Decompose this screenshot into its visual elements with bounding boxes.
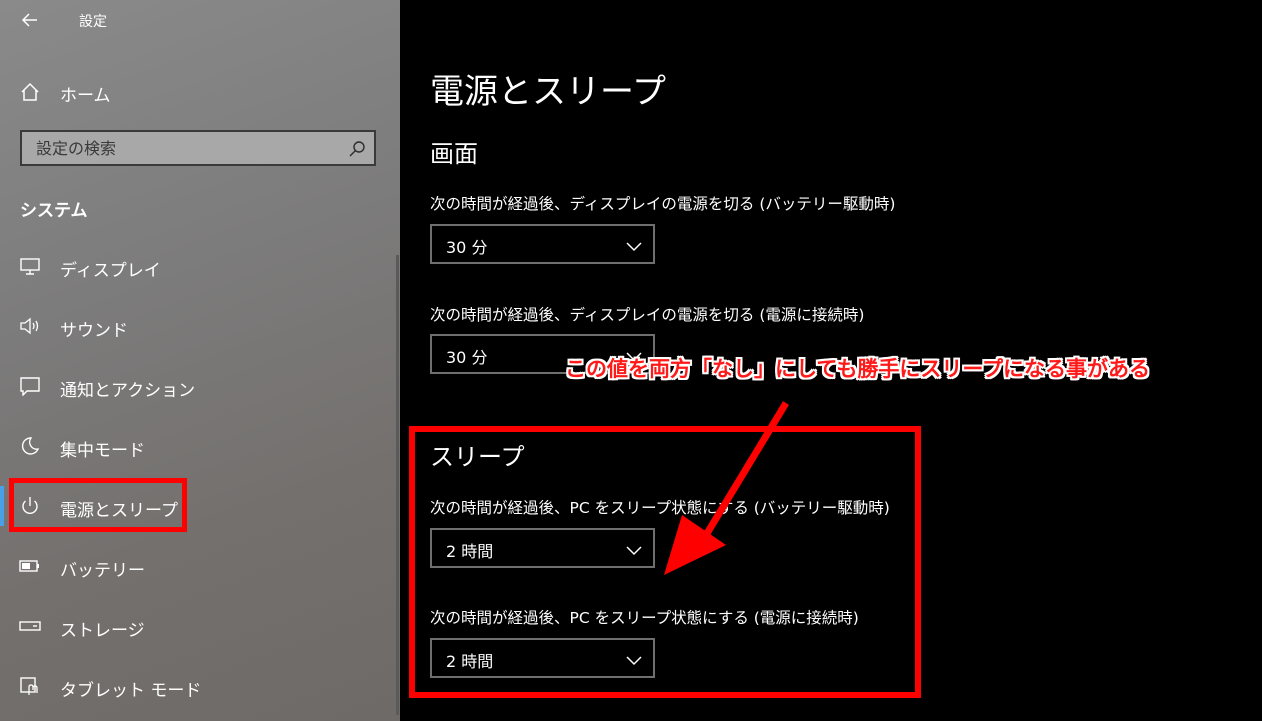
screen-battery-label: 次の時間が経過後、ディスプレイの電源を切る (バッテリー駆動時) [430, 195, 896, 213]
chevron-down-icon [625, 542, 643, 556]
tablet-mode-icon [19, 676, 41, 696]
moon-icon [19, 436, 41, 456]
sidebar-item-storage[interactable]: ストレージ [0, 604, 400, 648]
dropdown-value: 30 分 [446, 238, 488, 257]
monitor-icon [19, 256, 41, 276]
battery-icon [19, 556, 41, 576]
screen-plugged-label: 次の時間が経過後、ディスプレイの電源を切る (電源に接続時) [430, 306, 865, 324]
home-icon [20, 82, 40, 102]
sidebar-item-battery[interactable]: バッテリー [0, 544, 400, 588]
sleep-plugged-label: 次の時間が経過後、PC をスリープ状態にする (電源に接続時) [430, 609, 859, 627]
chevron-down-icon [625, 238, 643, 252]
sidebar-item-home[interactable]: ホーム [0, 72, 400, 112]
speaker-icon [19, 316, 41, 336]
annotation-text: この値を両方「なし」にしても勝手にスリープになる事がある [565, 357, 1151, 381]
chevron-down-icon [625, 652, 643, 666]
screen-heading: 画面 [430, 140, 478, 168]
dropdown-value: 2 時間 [446, 652, 494, 671]
sidebar-item-label: バッテリー [60, 561, 145, 581]
notification-icon [19, 376, 41, 397]
dropdown-value: 30 分 [446, 348, 488, 367]
storage-icon [19, 616, 41, 636]
sidebar-item-label: 集中モード [60, 441, 145, 461]
sidebar-item-focus-assist[interactable]: 集中モード [0, 424, 400, 468]
sidebar-scrollbar[interactable] [396, 255, 399, 715]
app-title: 設定 [79, 14, 107, 30]
sidebar-item-notifications[interactable]: 通知とアクション [0, 364, 400, 408]
sidebar-item-label: サウンド [60, 321, 128, 341]
search-icon[interactable] [348, 140, 366, 158]
search-input[interactable] [22, 132, 342, 164]
sidebar-item-label: 通知とアクション [60, 381, 196, 401]
sleep-battery-dropdown[interactable]: 2 時間 [430, 528, 655, 568]
sidebar-item-sound[interactable]: サウンド [0, 304, 400, 348]
highlight-box-sidebar [9, 478, 187, 532]
title-bar: 設定 [0, 0, 400, 40]
dropdown-value: 2 時間 [446, 542, 494, 561]
screen-battery-dropdown[interactable]: 30 分 [430, 224, 655, 264]
sidebar-item-label: ストレージ [60, 621, 145, 641]
back-arrow-icon[interactable] [18, 8, 42, 32]
home-label: ホーム [60, 86, 111, 106]
annotation-arrow [664, 401, 789, 575]
sidebar-item-label: ディスプレイ [60, 261, 161, 281]
section-label-system: システム [20, 201, 88, 221]
sleep-heading: スリープ [430, 443, 525, 471]
sidebar-item-tablet-mode[interactable]: タブレット モード [0, 664, 400, 708]
main-content: 電源とスリープ 画面 次の時間が経過後、ディスプレイの電源を切る (バッテリー駆… [400, 0, 1262, 721]
search-box[interactable] [20, 130, 376, 166]
sidebar-item-label: タブレット モード [60, 681, 202, 701]
page-title: 電源とスリープ [430, 72, 666, 112]
sidebar: 設定 ホーム システム ディスプレイ サウンド 通知とアクション [0, 0, 400, 721]
sleep-plugged-dropdown[interactable]: 2 時間 [430, 638, 655, 678]
sidebar-item-display[interactable]: ディスプレイ [0, 244, 400, 288]
